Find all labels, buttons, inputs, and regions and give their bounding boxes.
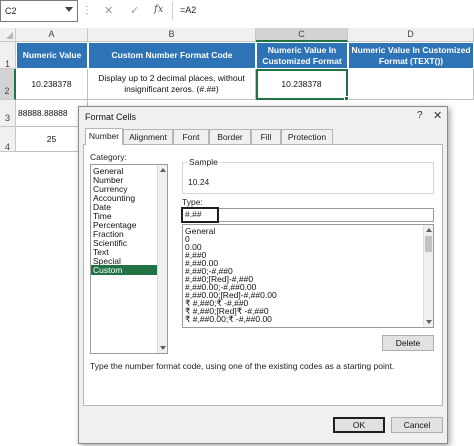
row-header-1[interactable]: 1: [0, 42, 16, 69]
format-code-item[interactable]: ₹ #,##0.00;₹ -#,##0.00: [185, 314, 272, 324]
sample-value: 10.24: [188, 177, 210, 187]
category-scrollbar[interactable]: [157, 165, 167, 353]
dialog-title: Format Cells: [85, 112, 137, 122]
row-header-4[interactable]: 4: [0, 127, 16, 152]
scroll-down-icon[interactable]: [160, 346, 166, 350]
cell-d1[interactable]: Numeric Value In Customized Format (TEXT…: [348, 42, 474, 69]
cell-c1[interactable]: Numeric Value In Customized Format: [256, 42, 348, 69]
scroll-up-icon[interactable]: [426, 228, 432, 232]
format-code-list[interactable]: General 0 0.00 #,##0 #,##0.00 #,##0;-#,#…: [182, 224, 434, 328]
category-item-selected[interactable]: Custom: [91, 265, 157, 275]
formula-bar-divider: [172, 2, 173, 20]
column-header-b[interactable]: B: [88, 28, 256, 42]
scroll-thumb[interactable]: [425, 236, 432, 252]
type-input[interactable]: #.##: [181, 207, 434, 223]
cancel-button[interactable]: Cancel: [391, 417, 443, 433]
close-icon[interactable]: ✕: [433, 109, 442, 122]
category-list[interactable]: General Number Currency Accounting Date …: [90, 164, 168, 354]
scroll-down-icon[interactable]: [426, 320, 432, 324]
tab-border[interactable]: Border: [209, 129, 251, 144]
cell-b1[interactable]: Custom Number Format Code: [88, 42, 256, 69]
row-header-3[interactable]: 3: [0, 100, 16, 127]
tab-alignment[interactable]: Alignment: [123, 129, 173, 144]
format-description: Type the number format code, using one o…: [90, 361, 395, 371]
sample-group: Sample 10.24: [182, 157, 434, 194]
column-header-a[interactable]: A: [16, 28, 88, 42]
ok-button[interactable]: OK: [333, 417, 385, 433]
column-header-d[interactable]: D: [348, 28, 474, 42]
row-header-2[interactable]: 2: [0, 69, 16, 100]
tab-protection[interactable]: Protection: [281, 129, 333, 144]
scroll-up-icon[interactable]: [160, 168, 166, 172]
fill-handle[interactable]: [344, 96, 349, 101]
name-box-value: C2: [5, 6, 17, 16]
help-icon[interactable]: ?: [417, 110, 423, 121]
formula-bar-grip-icon: ⋮: [82, 5, 92, 16]
format-cells-dialog: Format Cells ? ✕ Number Alignment Font B…: [78, 106, 448, 444]
insert-function-icon[interactable]: fx: [154, 4, 163, 15]
cell-a1[interactable]: Numeric Value: [16, 42, 88, 69]
tab-font[interactable]: Font: [173, 129, 209, 144]
name-box[interactable]: C2: [0, 0, 78, 22]
formula-input[interactable]: =A2: [180, 5, 196, 15]
type-input-value[interactable]: #.##: [181, 207, 219, 223]
enter-entry-icon[interactable]: ✓: [130, 4, 139, 17]
tab-number[interactable]: Number: [85, 128, 123, 145]
cell-c2[interactable]: 10.238378: [256, 69, 348, 100]
chevron-down-icon[interactable]: [65, 7, 73, 12]
tab-fill[interactable]: Fill: [251, 129, 281, 144]
cell-a2[interactable]: 10.238378: [16, 69, 88, 100]
type-label: Type:: [182, 197, 203, 207]
number-tab-panel: Category: General Number Currency Accoun…: [83, 144, 443, 406]
select-all-button[interactable]: [0, 28, 16, 42]
cancel-entry-icon[interactable]: ✕: [104, 4, 113, 17]
column-header-c[interactable]: C: [256, 28, 348, 42]
cell-d2[interactable]: [348, 69, 474, 100]
format-code-scrollbar[interactable]: [423, 225, 433, 327]
category-label: Category:: [90, 152, 127, 162]
delete-button[interactable]: Delete: [382, 335, 434, 351]
cell-b2[interactable]: Display up to 2 decimal places, without …: [88, 69, 256, 100]
select-all-triangle-icon: [6, 32, 13, 39]
sample-label: Sample: [187, 157, 220, 167]
